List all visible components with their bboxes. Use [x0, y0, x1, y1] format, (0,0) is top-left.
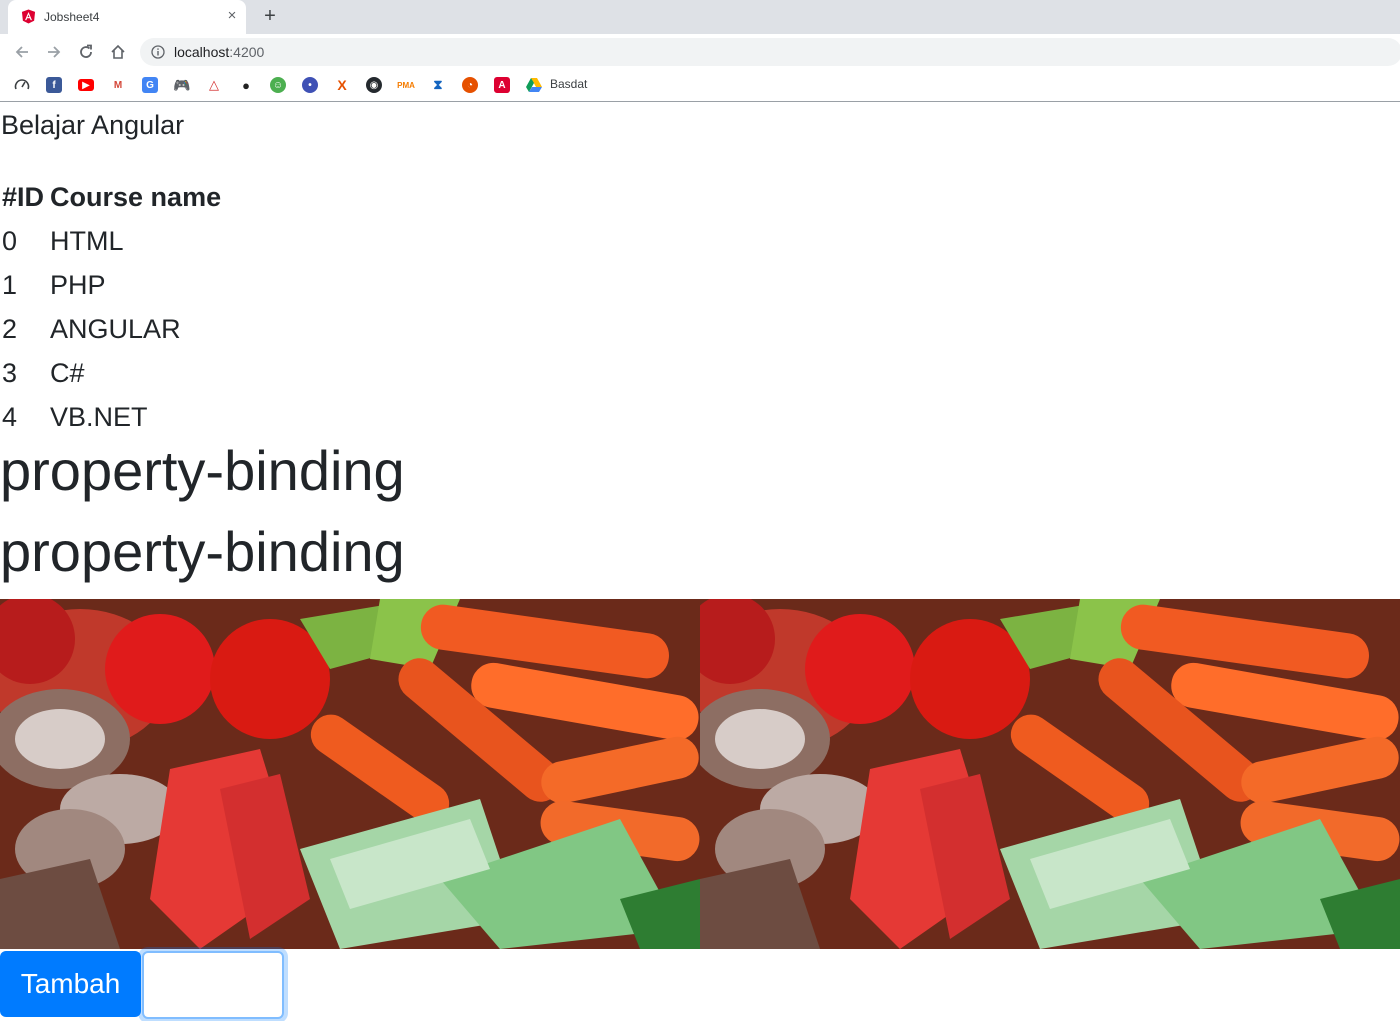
new-tab-button[interactable]: + [260, 5, 280, 27]
close-tab-icon[interactable]: × [224, 6, 240, 26]
tab-title: Jobsheet4 [44, 10, 100, 24]
property-binding-heading: property-binding [0, 439, 405, 502]
triangle-bookmark-icon[interactable]: △ [206, 77, 222, 93]
property-binding-heading: property-binding [0, 520, 405, 583]
translate-bookmark-icon[interactable]: G [142, 77, 158, 93]
tambah-button[interactable]: Tambah [0, 951, 141, 1017]
table-row: 2 ANGULAR [0, 307, 225, 351]
vegetables-image [0, 599, 700, 949]
course-name: ANGULAR [50, 313, 181, 344]
reload-button[interactable] [75, 41, 97, 63]
table-header-row: #ID Course name [0, 175, 225, 219]
angular-bookmark-icon[interactable]: A [494, 77, 510, 93]
course-id: 0 [2, 225, 18, 256]
gamepad-bookmark-icon[interactable]: 🎮 [173, 77, 190, 93]
browser-tab[interactable]: Jobsheet4 × [8, 0, 246, 34]
phpmyadmin-bookmark-icon[interactable]: PMA [397, 77, 415, 93]
home-button[interactable] [107, 41, 129, 63]
frog-bookmark-icon[interactable]: ☺ [270, 77, 286, 93]
reload-icon [80, 44, 92, 58]
table-row: 4 VB.NET [0, 395, 225, 439]
page-title: Belajar Angular [1, 110, 185, 140]
course-name: HTML [50, 225, 124, 256]
bookmarks-bar: f ▶ M G 🎮 △ ● ☺ • X ◉ PMA ⧗ ◔ A Basdat [0, 70, 1400, 102]
speed-dial-bookmark-icon[interactable] [14, 77, 30, 93]
hat-bookmark-icon[interactable]: ● [238, 77, 254, 93]
course-id: 1 [2, 269, 18, 300]
google-drive-bookmark-icon[interactable] [526, 77, 542, 93]
arrow-left-icon [15, 46, 28, 58]
courses-table: #ID Course name 0 HTML 1 PHP 2 ANGULAR 3… [0, 175, 225, 439]
course-id: 4 [2, 401, 18, 432]
course-name: VB.NET [50, 401, 148, 432]
youtube-bookmark-icon[interactable]: ▶ [78, 79, 94, 91]
table-row: 3 C# [0, 351, 225, 395]
browser-toolbar: localhost:4200 [0, 34, 1400, 70]
duckduckgo-bookmark-icon[interactable]: ◔ [462, 77, 478, 93]
table-row: 1 PHP [0, 263, 225, 307]
url-text: localhost:4200 [174, 44, 265, 60]
emblem-bookmark-icon[interactable]: • [302, 77, 318, 93]
course-id: 2 [2, 313, 18, 344]
back-button[interactable] [11, 41, 33, 63]
course-id: 3 [2, 357, 18, 388]
home-icon [111, 44, 125, 59]
table-row: 0 HTML [0, 219, 225, 263]
tambah-input[interactable] [142, 951, 284, 1019]
x-bookmark-icon[interactable]: X [334, 77, 350, 93]
github-bookmark-icon[interactable]: ◉ [366, 77, 382, 93]
course-name: C# [50, 357, 85, 388]
forward-button[interactable] [43, 41, 65, 63]
facebook-bookmark-icon[interactable]: f [46, 77, 62, 93]
id-column-header: #ID [2, 181, 45, 212]
gmail-bookmark-icon[interactable]: M [110, 77, 126, 93]
course-name: PHP [50, 269, 106, 300]
angular-favicon-icon [21, 9, 36, 24]
vegetables-image [700, 599, 1400, 949]
bookmark-folder-basdat[interactable]: Basdat [550, 77, 587, 91]
info-icon[interactable] [151, 45, 165, 59]
hourglass-bookmark-icon[interactable]: ⧗ [430, 77, 446, 93]
arrow-right-icon [48, 46, 61, 58]
address-bar[interactable]: localhost:4200 [140, 38, 1400, 66]
course-name-column-header: Course name [50, 181, 222, 212]
browser-tab-bar: Jobsheet4 × + [0, 0, 1400, 34]
